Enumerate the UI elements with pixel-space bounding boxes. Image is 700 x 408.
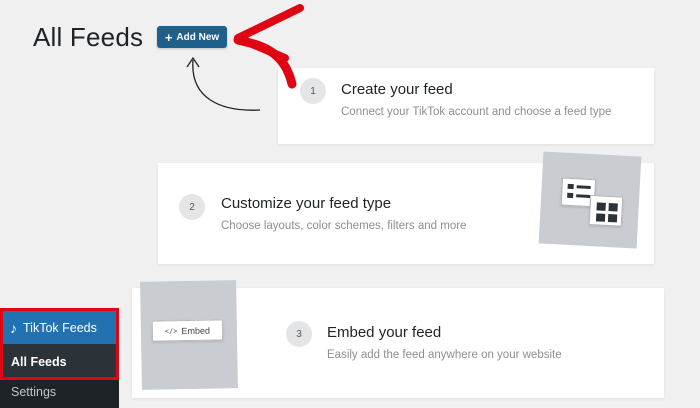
step-title: Customize your feed type [221,195,392,212]
step-number: 1 [300,78,326,104]
step-description: Easily add the feed anywhere on your web… [327,349,562,361]
curved-arrow [192,59,261,111]
step-number: 3 [286,321,312,347]
step-description: Choose layouts, color schemes, filters a… [221,220,467,232]
code-icon: </> [164,326,178,335]
red-arrowhead [234,4,304,62]
add-new-label: Add New [176,31,220,43]
layout-illustration [538,151,642,249]
add-new-button[interactable]: + Add New [157,26,227,48]
sidebar-item-settings[interactable]: Settings [11,385,56,399]
plus-icon: + [164,29,173,45]
page-title: All Feeds [33,22,144,52]
step-title: Embed your feed [327,324,442,341]
step-number: 2 [179,194,205,220]
step-card-create: 1 Create your feed Connect your TikTok a… [278,68,654,144]
step-title: Create your feed [341,81,453,98]
embed-chip: </> Embed [151,319,224,342]
embed-label: Embed [181,325,211,336]
embed-illustration: </> Embed [140,280,238,390]
step-description: Connect your TikTok account and choose a… [341,106,612,118]
highlight-box [0,308,119,380]
curved-arrowhead [186,56,200,68]
grid-layout-icon [588,195,624,227]
